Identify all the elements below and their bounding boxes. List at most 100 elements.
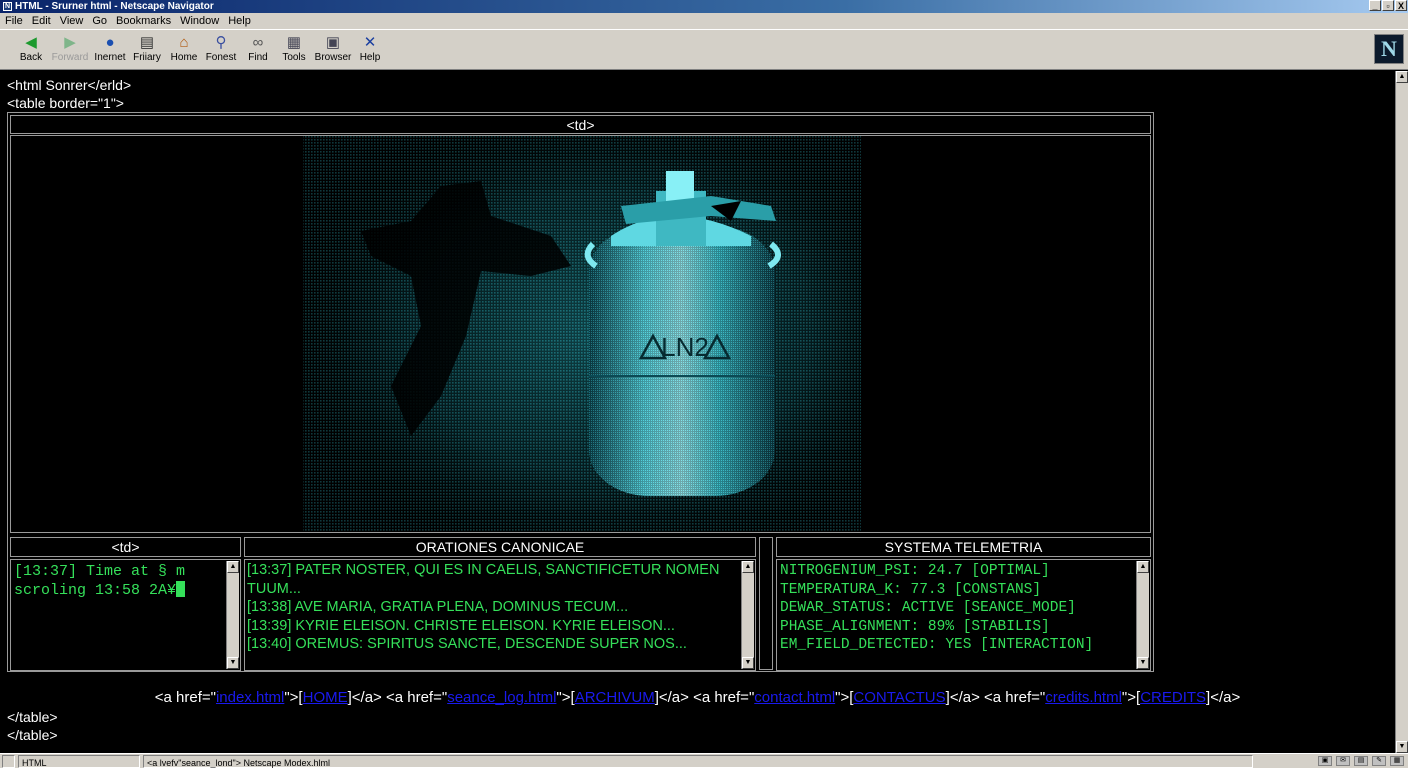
- terminal-scrollbar[interactable]: ▲ ▼: [226, 561, 239, 669]
- telemetry-scrollbar[interactable]: ▲ ▼: [1136, 561, 1149, 669]
- dock-tray-icon[interactable]: ▦: [1390, 756, 1404, 766]
- telemetry-textarea[interactable]: NITROGENIUM_PSI: 24.7 [OPTIMAL] TEMPERAT…: [776, 559, 1151, 671]
- scroll-down-arrow-icon[interactable]: ▼: [1396, 741, 1408, 753]
- composer-tray-icon[interactable]: ✎: [1372, 756, 1386, 766]
- prayers-panel-header: ORATIONES CANONICAE: [244, 537, 756, 557]
- scroll-up-arrow-icon[interactable]: ▲: [742, 561, 754, 573]
- window-title: HTML - Srurner html - Netscape Navigator: [15, 1, 214, 12]
- telemetry-line: EM_FIELD_DETECTED: YES [INTERACTION]: [780, 637, 1094, 653]
- menu-go[interactable]: Go: [87, 13, 111, 29]
- close-button[interactable]: X: [1395, 0, 1407, 11]
- mail-tray-icon[interactable]: ✉: [1336, 756, 1350, 766]
- document-icon: ▤: [139, 34, 155, 51]
- source-close-table-1: </table>: [7, 709, 58, 725]
- prayer-line: [13:38] AVE MARIA, GRATIA PLENA, DOMINUS…: [247, 599, 629, 615]
- title-bar: N HTML - Srurner html - Netscape Navigato…: [0, 0, 1408, 13]
- search-button[interactable]: ⚲ Fonest: [202, 34, 240, 63]
- link-href-contact[interactable]: contact.html: [754, 689, 835, 706]
- netscape-icon: N: [3, 2, 12, 11]
- browser-button[interactable]: ▣ Browser: [314, 34, 352, 63]
- internet-button[interactable]: ● Inernet: [91, 34, 129, 63]
- source-line-html: <html Sonrer</erld>: [7, 77, 132, 93]
- search-icon: ⚲: [215, 34, 227, 51]
- menu-bookmarks[interactable]: Bookmarks: [111, 13, 175, 29]
- forward-button[interactable]: ▶ Forward: [51, 34, 89, 63]
- terminal-textarea[interactable]: [13:37] Time at § m scroling 13:58 2A¥ ▲…: [10, 559, 241, 671]
- terminal-line: [13:37] Time at § m: [14, 563, 186, 580]
- source-line-table: <table border="1">: [7, 95, 124, 111]
- globe-icon: ●: [105, 34, 115, 51]
- prayers-scrollbar[interactable]: ▲ ▼: [741, 561, 754, 669]
- link-contactus[interactable]: CONTACTUS: [853, 689, 945, 706]
- prayer-line: [13:37] PATER NOSTER, QUI ES IN CAELIS, …: [247, 562, 720, 597]
- link-home[interactable]: HOME: [303, 689, 348, 706]
- printer-icon: ▦: [286, 34, 302, 51]
- dewar-image-cell: LN2: [10, 135, 1151, 533]
- status-bar: HTML <a lvefv"seance_lond"> Netscape Mod…: [0, 753, 1408, 768]
- link-href-credits[interactable]: credits.html: [1045, 689, 1122, 706]
- link-href-seance-log[interactable]: seance_log.html: [447, 689, 556, 706]
- scroll-up-arrow-icon[interactable]: ▲: [227, 561, 239, 573]
- find-button[interactable]: ∞ Find: [239, 34, 277, 63]
- security-lock-icon[interactable]: [2, 755, 15, 768]
- window-controls: _ ▫ X: [1369, 0, 1407, 11]
- html-table: <td> LN2 <td> ORATIONES CANONICAE SYSTEM…: [7, 112, 1154, 672]
- telemetry-text: NITROGENIUM_PSI: 24.7 [OPTIMAL] TEMPERAT…: [777, 560, 1150, 657]
- page-content: <html Sonrer</erld> <table border="1"> <…: [0, 71, 1395, 753]
- back-button[interactable]: ◀ Back: [12, 34, 50, 63]
- prayers-text: [13:37] PATER NOSTER, QUI ES IN CAELIS, …: [245, 560, 755, 655]
- telemetry-line: DEWAR_STATUS: ACTIVE [SEANCE_MODE]: [780, 600, 1076, 616]
- discussion-tray-icon[interactable]: ▤: [1354, 756, 1368, 766]
- tools-button[interactable]: ▦ Tools: [275, 34, 313, 63]
- scroll-down-arrow-icon[interactable]: ▼: [1137, 657, 1149, 669]
- home-icon: ⌂: [179, 34, 189, 51]
- navigator-tray-icon[interactable]: ▣: [1318, 756, 1332, 766]
- forward-arrow-icon: ▶: [64, 34, 76, 51]
- prayer-line: [13:40] OREMUS: SPIRITUS SANCTE, DESCEND…: [247, 636, 687, 652]
- menu-help[interactable]: Help: [223, 13, 255, 29]
- component-bar: ▣ ✉ ▤ ✎ ▦: [1318, 756, 1404, 766]
- minimize-button[interactable]: _: [1369, 0, 1381, 11]
- browser-icon: ▣: [325, 34, 341, 51]
- text-cursor: [176, 581, 186, 597]
- link-href-index[interactable]: index.html: [216, 689, 284, 706]
- scroll-down-arrow-icon[interactable]: ▼: [227, 657, 239, 669]
- menu-bar: File Edit View Go Bookmarks Window Help: [0, 13, 1408, 29]
- netscape-logo: N: [1374, 34, 1404, 64]
- menu-window[interactable]: Window: [175, 13, 223, 29]
- telemetry-panel-header: SYSTEMA TELEMETRIA: [776, 537, 1151, 557]
- terminal-text: [13:37] Time at § m scroling 13:58 2A¥: [11, 560, 240, 602]
- terminal-line: scroling 13:58 2A¥: [14, 582, 177, 599]
- telemetry-line: PHASE_ALIGNMENT: 89% [STABILIS]: [780, 618, 1050, 635]
- ln2-dewar-image: LN2: [303, 136, 861, 532]
- scroll-up-arrow-icon[interactable]: ▲: [1137, 561, 1149, 573]
- prayer-line: [13:39] KYRIE ELEISON. CHRISTE ELEISON. …: [247, 617, 675, 634]
- ln2-label-text: LN2: [661, 332, 709, 362]
- maximize-button[interactable]: ▫: [1382, 0, 1394, 11]
- menu-view[interactable]: View: [55, 13, 88, 29]
- primary-button[interactable]: ▤ Friiary: [128, 34, 166, 63]
- link-credits[interactable]: CREDITS: [1140, 689, 1206, 706]
- top-cell-header: <td>: [10, 115, 1151, 134]
- navigation-toolbar: ◀ Back ▶ Forward ● Inernet ▤ Friiary ⌂ H…: [0, 29, 1408, 70]
- scroll-down-arrow-icon[interactable]: ▼: [742, 657, 754, 669]
- help-x-icon: ✕: [363, 34, 377, 51]
- spacer-cell: [759, 537, 773, 670]
- page-scrollbar[interactable]: ▲ ▼: [1395, 71, 1408, 753]
- back-arrow-icon: ◀: [25, 34, 37, 51]
- prayers-textarea[interactable]: [13:37] PATER NOSTER, QUI ES IN CAELIS, …: [244, 559, 756, 671]
- link-archivum[interactable]: ARCHIVUM: [575, 689, 655, 706]
- nav-links-row: <a href="index.html">[HOME]</a> <a href=…: [154, 689, 1241, 706]
- telemetry-line: TEMPERATURA_K: 77.3 [CONSTANS]: [780, 581, 1042, 598]
- scroll-up-arrow-icon[interactable]: ▲: [1396, 71, 1408, 83]
- help-button[interactable]: ✕ Help: [351, 34, 389, 63]
- home-button[interactable]: ⌂ Home: [165, 34, 203, 63]
- menu-file[interactable]: File: [0, 13, 27, 29]
- source-close-table-2: </table>: [7, 727, 58, 743]
- left-panel-header: <td>: [10, 537, 241, 557]
- status-doc: HTML: [18, 755, 140, 768]
- telemetry-line: NITROGENIUM_PSI: 24.7 [OPTIMAL]: [780, 563, 1050, 579]
- binoculars-icon: ∞: [252, 34, 264, 51]
- menu-edit[interactable]: Edit: [27, 13, 55, 29]
- status-message: <a lvefv"seance_lond"> Netscape Modex.hl…: [143, 755, 1253, 768]
